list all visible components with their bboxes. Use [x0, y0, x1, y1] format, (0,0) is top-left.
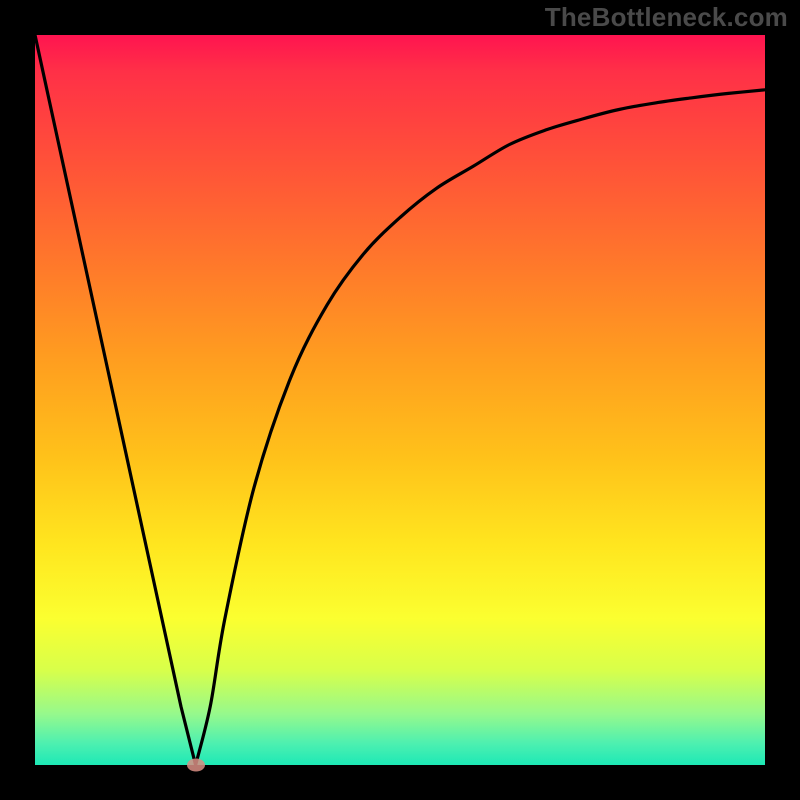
minimum-marker	[187, 759, 205, 772]
watermark-label: TheBottleneck.com	[545, 2, 788, 33]
plot-area	[35, 35, 765, 765]
chart-frame: TheBottleneck.com	[0, 0, 800, 800]
bottleneck-curve	[35, 35, 765, 765]
curve-svg	[35, 35, 765, 765]
